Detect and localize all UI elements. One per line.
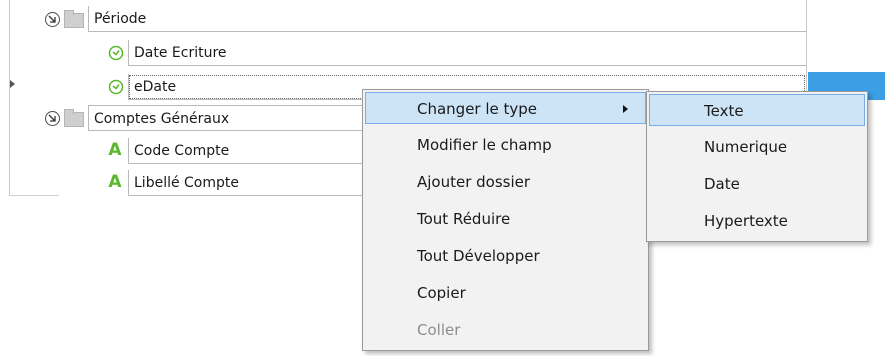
menu-item-label: Numerique (704, 138, 788, 156)
tree-row-label: Date Ecriture (128, 40, 806, 66)
context-menu: Changer le type Modifier le champ Ajoute… (362, 89, 649, 351)
folder-icon (64, 10, 84, 28)
tree-row-label: Période (88, 6, 806, 32)
tree-bottom-line (9, 195, 59, 196)
menu-item-label: Date (704, 175, 740, 193)
collapse-icon[interactable] (45, 12, 60, 27)
submenu-arrow-icon (623, 105, 628, 113)
menu-item-label: Texte (704, 102, 744, 120)
menu-item-label: Coller (417, 321, 461, 339)
clock-icon (108, 79, 124, 95)
menu-item-changer-le-type[interactable]: Changer le type (365, 92, 646, 124)
menu-item-ajouter-dossier[interactable]: Ajouter dossier (365, 166, 646, 198)
submenu-item-date[interactable]: Date (649, 168, 865, 200)
submenu-item-texte[interactable]: Texte (649, 94, 865, 126)
collapse-icon[interactable] (45, 111, 60, 126)
menu-item-tout-developper[interactable]: Tout Développer (365, 240, 646, 272)
type-submenu: Texte Numerique Date Hypertexte (646, 91, 868, 242)
menu-item-coller: Coller (365, 314, 646, 346)
menu-item-copier[interactable]: Copier (365, 277, 646, 309)
menu-item-label: Modifier le champ (417, 136, 552, 154)
row-indicator-arrow (10, 80, 15, 88)
menu-item-label: Ajouter dossier (417, 173, 531, 191)
folder-icon (64, 109, 84, 127)
submenu-item-numerique[interactable]: Numerique (649, 131, 865, 163)
submenu-item-hypertexte[interactable]: Hypertexte (649, 205, 865, 237)
text-type-icon: A (108, 140, 122, 160)
menu-item-modifier-le-champ[interactable]: Modifier le champ (365, 129, 646, 161)
menu-item-label: Hypertexte (704, 212, 788, 230)
menu-item-label: Copier (417, 284, 466, 302)
text-type-icon: A (108, 172, 122, 192)
clock-icon (108, 45, 124, 61)
menu-item-label: Changer le type (417, 100, 538, 118)
menu-item-tout-reduire[interactable]: Tout Réduire (365, 203, 646, 235)
tree-left-border (9, 0, 10, 196)
menu-item-label: Tout Réduire (417, 210, 511, 228)
menu-item-label: Tout Développer (417, 247, 540, 265)
